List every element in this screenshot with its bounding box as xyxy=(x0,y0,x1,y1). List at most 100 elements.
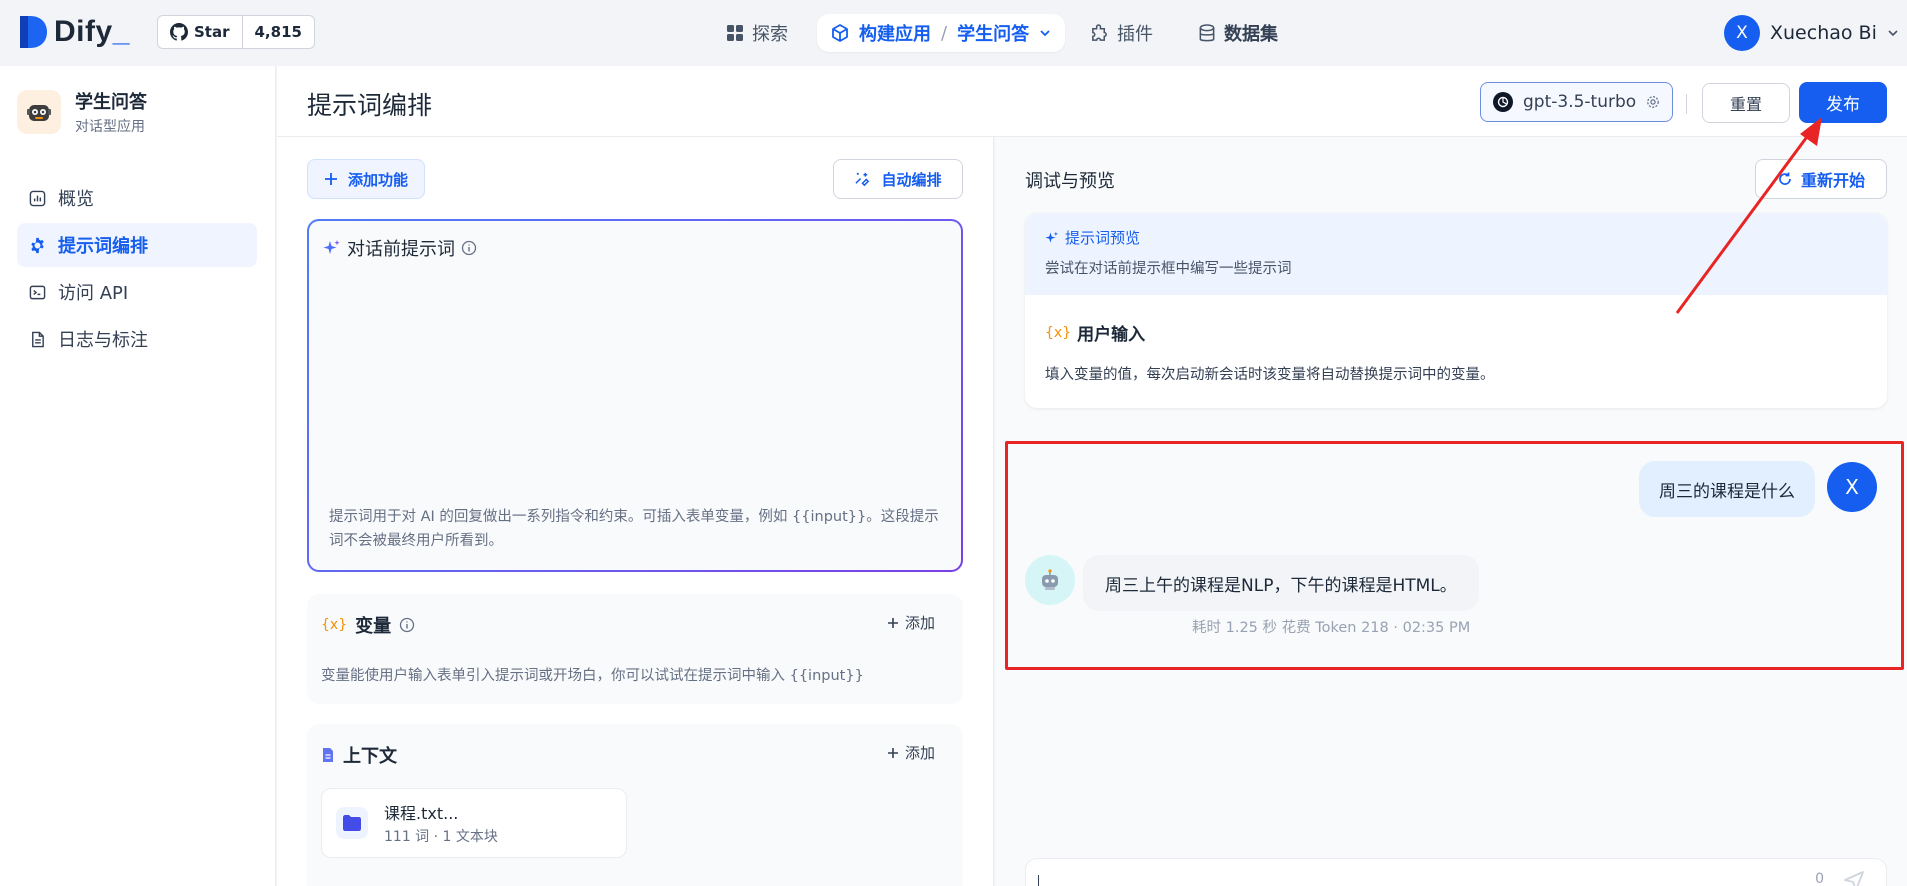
char-count: 0 xyxy=(1815,871,1824,886)
github-star-label: Star xyxy=(194,23,230,41)
add-variable-label: 添加 xyxy=(904,614,935,632)
user-name: Xuechao Bi xyxy=(1770,22,1877,44)
top-navigation: Dify_ Star 4,815 探索 构建应用 / 学生问答 插件 数据集 X… xyxy=(0,0,1907,66)
model-selector[interactable]: gpt-3.5-turbo xyxy=(1480,82,1674,122)
puzzle-icon xyxy=(1092,23,1107,41)
sparkle-icon xyxy=(1045,231,1058,243)
nav-explore-label: 探索 xyxy=(752,24,788,45)
plus-icon xyxy=(325,173,337,185)
user-avatar: X xyxy=(1724,15,1760,51)
chart-icon xyxy=(29,190,46,206)
settings-icon[interactable] xyxy=(1646,95,1660,109)
add-feature-button[interactable]: 添加功能 xyxy=(307,159,426,199)
sparkle-icon xyxy=(323,240,340,254)
chat-input[interactable]: 0 xyxy=(1025,858,1887,886)
github-star-count: 4,815 xyxy=(254,23,302,41)
app-avatar-icon xyxy=(17,90,61,134)
restart-label: 重新开始 xyxy=(1800,171,1865,190)
app-type: 对话型应用 xyxy=(75,119,145,135)
sidebar-item-api-access[interactable]: 访问 API xyxy=(17,270,257,314)
pre-prompt-title: 对话前提示词 xyxy=(347,239,455,260)
context-file-name: 课程.txt... xyxy=(384,804,459,823)
context-dataset-item[interactable]: 课程.txt... 111 词 · 1 文本块 xyxy=(321,788,627,858)
variable-icon: {x} xyxy=(321,617,348,633)
user-input-title: 用户输入 xyxy=(1077,325,1146,345)
sidebar-item-prompt-arrangement[interactable]: 提示词编排 xyxy=(17,223,257,267)
nav-explore[interactable]: 探索 xyxy=(726,14,788,52)
chevron-down-icon xyxy=(1888,30,1898,37)
sidebar-item-label: 日志与标注 xyxy=(58,330,148,351)
folder-icon xyxy=(343,815,361,831)
prompt-preview-label: 提示词预览 xyxy=(1065,229,1141,247)
nav-build-app[interactable]: 构建应用 / 学生问答 xyxy=(817,14,1066,52)
pre-prompt-editor[interactable]: 对话前提示词 提示词用于对 AI 的回复做出一系列指令和约束。可插入表单变量，例… xyxy=(307,219,963,572)
restart-button[interactable]: 重新开始 xyxy=(1755,159,1887,199)
reset-button[interactable]: 重置 xyxy=(1702,83,1790,123)
text-cursor xyxy=(1038,875,1039,886)
terminal-icon xyxy=(29,285,46,299)
model-name: gpt-3.5-turbo xyxy=(1523,92,1637,112)
logo-text: Dify xyxy=(54,15,113,48)
dify-logo[interactable]: Dify_ xyxy=(18,14,130,50)
variables-section: {x} 变量 添加 变量能使用户输入表单引入提示词或开场白，你可以试试在提示词中… xyxy=(307,594,963,704)
magic-wand-icon xyxy=(855,172,870,186)
sidebar: 学生问答 对话型应用 概览 提示词编排 访问 API 日志与标注 xyxy=(0,66,276,886)
openai-icon xyxy=(1493,92,1513,112)
context-title: 上下文 xyxy=(343,746,397,767)
debug-preview-title: 调试与预览 xyxy=(1025,171,1115,192)
main-header: 提示词编排 gpt-3.5-turbo 重置 发布 xyxy=(277,66,1907,137)
app-info[interactable]: 学生问答 对话型应用 xyxy=(17,88,147,136)
plus-icon xyxy=(887,747,898,758)
auto-arrange-button[interactable]: 自动编排 xyxy=(833,159,963,199)
current-app-selector[interactable]: 学生问答 xyxy=(957,20,1029,46)
page-title: 提示词编排 xyxy=(307,91,433,120)
sidebar-item-logs[interactable]: 日志与标注 xyxy=(17,317,257,361)
logo-underscore: _ xyxy=(112,15,130,48)
sidebar-item-label: 提示词编排 xyxy=(58,236,148,257)
document-icon xyxy=(32,331,44,347)
sidebar-item-overview[interactable]: 概览 xyxy=(17,176,257,220)
variable-icon: {x} xyxy=(1045,324,1072,341)
nav-datasets-label: 数据集 xyxy=(1224,24,1278,45)
refresh-icon xyxy=(1779,172,1791,185)
sidebar-item-label: 概览 xyxy=(58,189,94,210)
app-name: 学生问答 xyxy=(75,92,147,113)
add-feature-label: 添加功能 xyxy=(348,170,409,189)
auto-arrange-label: 自动编排 xyxy=(881,170,942,189)
variables-description: 变量能使用户输入表单引入提示词或开场白，你可以试试在提示词中输入 {{input… xyxy=(321,668,864,684)
variables-title: 变量 xyxy=(355,616,392,637)
divider xyxy=(1686,94,1687,114)
user-menu[interactable]: X Xuechao Bi xyxy=(1724,15,1899,51)
info-icon[interactable] xyxy=(461,240,477,256)
add-variable-button[interactable]: 添加 xyxy=(887,612,935,633)
gear-icon xyxy=(31,237,44,253)
prompt-preview-card: 提示词预览 尝试在对话前提示框中编写一些提示词 {x} 用户输入 填入变量的值，… xyxy=(1025,213,1887,408)
highlight-box-annotation xyxy=(1005,441,1904,670)
nav-datasets[interactable]: 数据集 xyxy=(1198,14,1278,52)
sidebar-item-label: 访问 API xyxy=(58,283,129,304)
database-icon xyxy=(1199,23,1215,41)
user-input-description: 填入变量的值，每次启动新会话时该变量将自动替换提示词中的变量。 xyxy=(1045,367,1495,383)
prompt-preview-description: 尝试在对话前提示框中编写一些提示词 xyxy=(1045,261,1292,277)
info-icon[interactable] xyxy=(399,617,415,633)
nav-plugins[interactable]: 插件 xyxy=(1090,14,1153,52)
send-icon[interactable] xyxy=(1842,869,1866,886)
nav-plugins-label: 插件 xyxy=(1117,24,1153,45)
nav-build-app-label: 构建应用 xyxy=(859,24,931,45)
github-icon xyxy=(170,23,188,41)
context-file-meta: 111 词 · 1 文本块 xyxy=(384,829,498,845)
add-context-label: 添加 xyxy=(904,744,935,762)
add-context-button[interactable]: 添加 xyxy=(887,742,935,763)
cube-icon xyxy=(832,24,848,42)
file-icon xyxy=(323,748,333,762)
pre-prompt-placeholder: 提示词用于对 AI 的回复做出一系列指令和约束。可插入表单变量，例如 {{inp… xyxy=(329,509,939,549)
chevron-down-icon[interactable] xyxy=(1039,27,1051,39)
breadcrumb-separator: / xyxy=(941,22,948,44)
robot-face-icon xyxy=(27,105,51,121)
context-section: 上下文 添加 课程.txt... 111 词 · 1 文本块 xyxy=(307,724,963,886)
publish-button[interactable]: 发布 xyxy=(1799,82,1887,123)
plus-icon xyxy=(887,617,898,628)
github-star-widget[interactable]: Star 4,815 xyxy=(157,15,315,49)
dify-logo-icon xyxy=(20,16,47,48)
grid-icon xyxy=(727,25,743,41)
